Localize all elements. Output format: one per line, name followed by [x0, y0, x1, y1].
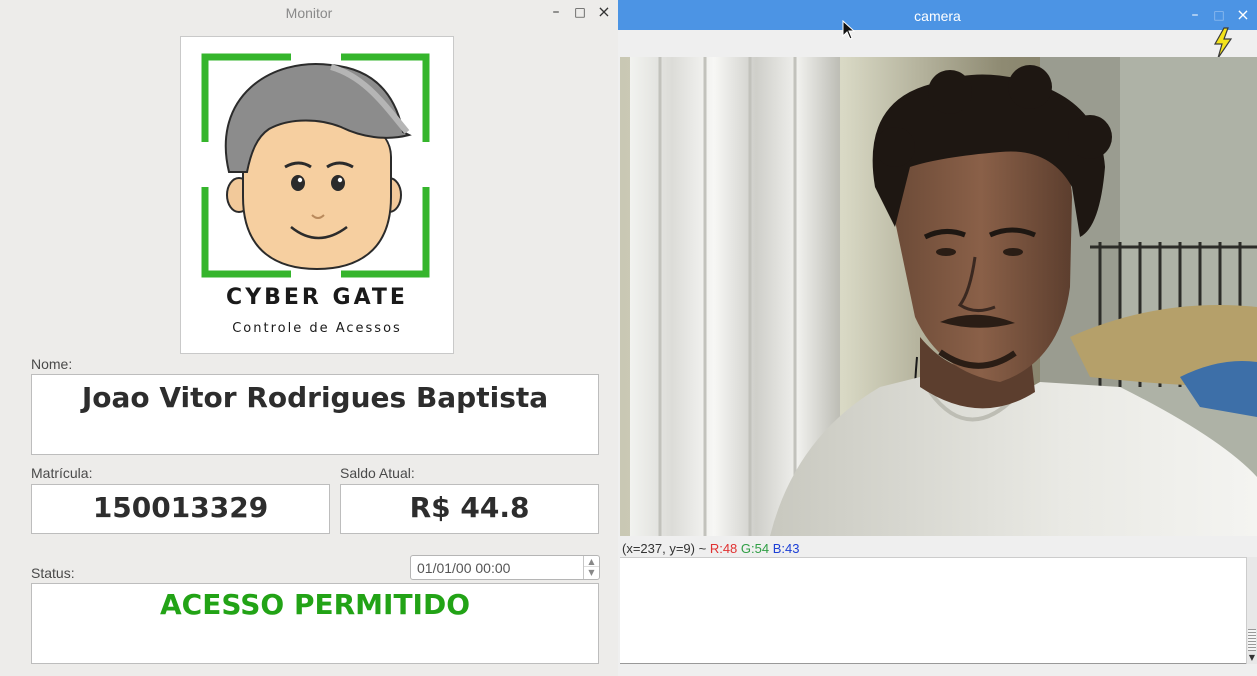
pixel-red-value: R:48	[709, 541, 738, 556]
pixel-coords: (x=237, y=9) ~	[622, 541, 707, 556]
status-value: ACESSO PERMITIDO	[159, 588, 471, 621]
matricula-label: Matrícula:	[31, 465, 93, 481]
scroll-down-icon[interactable]: ▼	[1247, 653, 1257, 663]
camera-feed-image[interactable]	[620, 57, 1257, 536]
status-field: ACESSO PERMITIDO	[31, 583, 599, 664]
camera-window-title: camera	[914, 8, 961, 24]
camera-console-area[interactable]	[620, 557, 1246, 664]
spin-arrows: ▲ ▼	[583, 556, 599, 579]
monitor-titlebar[interactable]: Monitor – □ ×	[0, 0, 618, 26]
camera-frame	[620, 57, 1257, 536]
matricula-field: 150013329	[31, 484, 330, 534]
camera-maximize-button[interactable]: □	[1211, 7, 1227, 23]
spin-down-icon[interactable]: ▼	[584, 567, 599, 578]
logo-tagline: Controle de Acessos	[232, 321, 402, 336]
matricula-value: 150013329	[92, 491, 269, 524]
camera-titlebar[interactable]: camera – □ ×	[618, 0, 1257, 30]
nome-field: Joao Vitor Rodrigues Baptista	[31, 374, 599, 455]
cyber-gate-logo: CYBER GATE Controle de Acessos	[180, 36, 454, 354]
camera-window: camera – □ × (x=237, y=9) ~ R:48 G:54 B:…	[618, 0, 1257, 676]
console-scrollbar[interactable]: ▼	[1246, 557, 1257, 664]
pixel-green-value: G:54	[740, 541, 770, 556]
monitor-window: Monitor – □ × CYBER GATE Controle de Ace…	[0, 0, 618, 676]
maximize-button[interactable]: □	[572, 4, 588, 20]
scrollbar-thumb[interactable]	[1248, 629, 1256, 651]
camera-close-button[interactable]: ×	[1235, 7, 1251, 23]
spin-up-icon[interactable]: ▲	[584, 556, 599, 567]
monitor-window-title: Monitor	[285, 5, 333, 21]
camera-minimize-button[interactable]: –	[1187, 7, 1203, 23]
pixel-readout: (x=237, y=9) ~ R:48 G:54 B:43	[622, 541, 799, 556]
saldo-label: Saldo Atual:	[340, 465, 415, 481]
saldo-field: R$ 44.8	[340, 484, 599, 534]
status-label: Status:	[31, 565, 75, 581]
camera-toolbar	[618, 27, 1257, 59]
datetime-value[interactable]: 01/01/00 00:00	[417, 560, 510, 576]
pixel-blue-value: B:43	[772, 541, 800, 556]
nome-label: Nome:	[31, 356, 73, 372]
datetime-spinbox[interactable]: 01/01/00 00:00 ▲ ▼	[410, 555, 600, 580]
saldo-value: R$ 44.8	[409, 491, 530, 524]
mouse-cursor-icon	[842, 20, 856, 40]
minimize-button[interactable]: –	[548, 4, 564, 20]
nome-value: Joao Vitor Rodrigues Baptista	[81, 381, 549, 414]
close-button[interactable]: ×	[596, 4, 612, 20]
lightning-icon[interactable]	[1212, 27, 1234, 59]
face-logo-icon	[201, 53, 430, 278]
logo-brand-text: CYBER GATE	[226, 285, 408, 310]
